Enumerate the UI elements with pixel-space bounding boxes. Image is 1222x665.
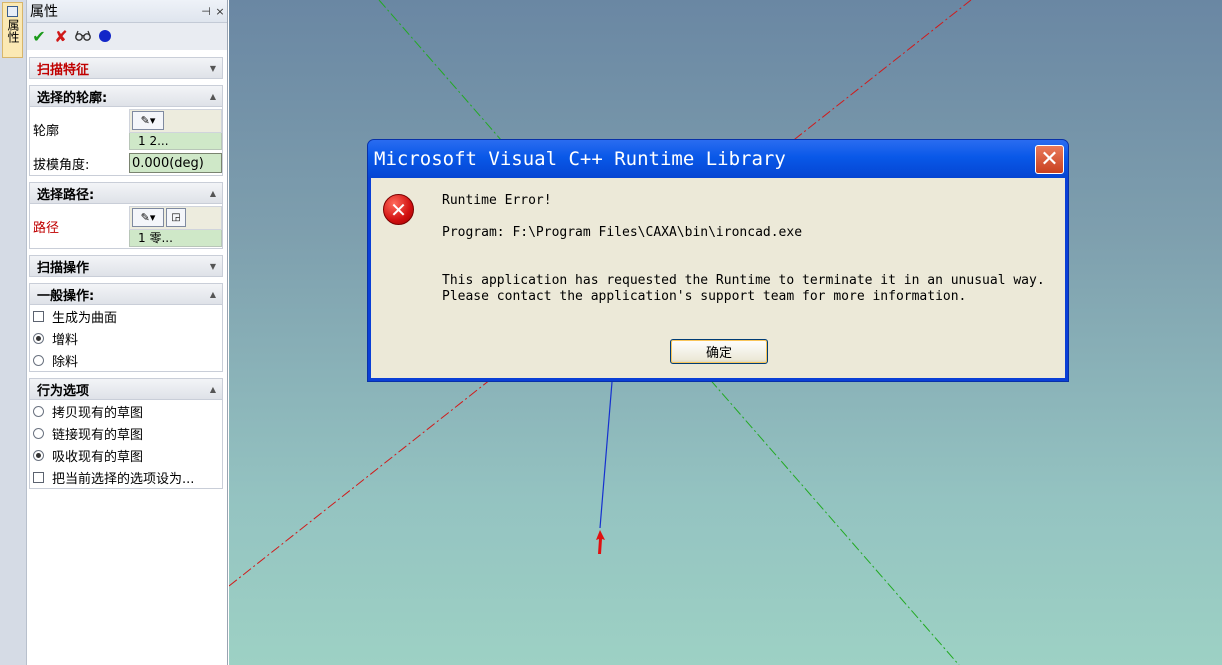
section-title: 行为选项 bbox=[37, 383, 90, 399]
path-label: 路径 bbox=[33, 220, 60, 236]
option-copy-sketch[interactable]: 拷贝现有的草图 bbox=[30, 400, 222, 422]
panel-title: 属性 bbox=[30, 4, 58, 20]
profile-picker[interactable]: ✎▾ 1 2... bbox=[129, 108, 222, 150]
panel-toolbar: ✔ ✘ bbox=[27, 23, 227, 49]
radio-button[interactable] bbox=[33, 449, 44, 461]
section-header-profile[interactable]: 选择的轮廓: ▲ bbox=[30, 86, 222, 107]
section-title: 一般操作: bbox=[37, 288, 95, 304]
dialog-title: Microsoft Visual C++ Runtime Library bbox=[374, 148, 786, 170]
option-label: 链接现有的草图 bbox=[52, 427, 144, 443]
draft-angle-label: 拔模角度: bbox=[33, 157, 90, 173]
chevron-down-icon: ▼ bbox=[209, 63, 216, 73]
chevron-up-icon: ▲ bbox=[209, 91, 216, 101]
section-header-path[interactable]: 选择路径: ▲ bbox=[30, 183, 222, 204]
checkbox[interactable] bbox=[33, 471, 44, 483]
section-behavior: 行为选项 ▲ 拷贝现有的草图 链接现有的草图 吸收现有的草图 把当前选择的选项设… bbox=[29, 378, 223, 489]
error-message-line1: This application has requested the Runti… bbox=[442, 273, 1045, 288]
section-title: 扫描特征 bbox=[37, 62, 90, 78]
properties-icon bbox=[7, 6, 18, 17]
section-header-sweep-op[interactable]: 扫描操作 ▼ bbox=[30, 256, 222, 276]
path-value[interactable]: 1 零... bbox=[129, 229, 222, 247]
section-title: 选择的轮廓: bbox=[37, 90, 108, 106]
red-arrow-icon bbox=[596, 530, 605, 554]
option-label: 吸收现有的草图 bbox=[52, 449, 144, 465]
section-path: 选择路径: ▲ 路径 ✎▾ ◲ 1 零... bbox=[29, 182, 223, 249]
chevron-up-icon: ▲ bbox=[209, 384, 216, 394]
section-title: 扫描操作 bbox=[37, 260, 90, 276]
section-header-general-ops[interactable]: 一般操作: ▲ bbox=[30, 284, 222, 305]
edit-sketch-button[interactable]: ✎▾ bbox=[132, 111, 164, 130]
radio-button[interactable] bbox=[33, 427, 44, 439]
option-add-material[interactable]: 增料 bbox=[30, 327, 222, 349]
checkbox[interactable] bbox=[33, 310, 44, 322]
chevron-up-icon: ▲ bbox=[209, 289, 216, 299]
option-generate-surface[interactable]: 生成为曲面 bbox=[30, 305, 222, 327]
dialog-body: ✕ Runtime Error! Program: F:\Program Fil… bbox=[371, 178, 1065, 378]
radio-button[interactable] bbox=[33, 405, 44, 417]
error-icon: ✕ bbox=[383, 194, 414, 225]
ok-button[interactable]: 确定 bbox=[670, 339, 768, 364]
chevron-down-icon: ▼ bbox=[209, 261, 216, 271]
radio-button[interactable] bbox=[33, 332, 44, 344]
error-message-line2: Please contact the application's support… bbox=[442, 289, 967, 304]
path-row: 路径 ✎▾ ◲ 1 零... bbox=[30, 204, 222, 248]
error-heading: Runtime Error! bbox=[442, 193, 552, 208]
option-absorb-sketch[interactable]: 吸收现有的草图 bbox=[30, 444, 222, 466]
profile-label: 轮廓 bbox=[33, 123, 60, 139]
option-label: 除料 bbox=[52, 354, 79, 370]
dialog-close-button[interactable]: ✕ bbox=[1035, 144, 1064, 174]
option-label: 把当前选择的选项设为... bbox=[52, 471, 195, 487]
ok-check-icon[interactable]: ✔ bbox=[31, 27, 47, 46]
section-header-sweep-feature[interactable]: 扫描特征 ▼ bbox=[30, 58, 222, 78]
section-header-behavior[interactable]: 行为选项 ▲ bbox=[30, 379, 222, 400]
chevron-up-icon: ▲ bbox=[209, 188, 216, 198]
preview-glasses-icon[interactable] bbox=[75, 28, 91, 44]
draft-angle-input[interactable]: 0.000(deg) bbox=[129, 153, 222, 173]
section-profile: 选择的轮廓: ▲ 轮廓 ✎▾ 1 2... 拔模角度: 0.000(deg) bbox=[29, 85, 223, 176]
panel-body: 扫描特征 ▼ 选择的轮廓: ▲ 轮廓 ✎▾ 1 2... 拔模角度: 0.000… bbox=[27, 50, 227, 665]
draft-angle-row: 拔模角度: 0.000(deg) bbox=[30, 151, 222, 175]
panel-title-bar: 属性 ⊣ × bbox=[27, 0, 227, 23]
runtime-error-dialog: Microsoft Visual C++ Runtime Library ✕ ✕… bbox=[367, 139, 1069, 382]
option-label: 拷贝现有的草图 bbox=[52, 405, 144, 421]
option-link-sketch[interactable]: 链接现有的草图 bbox=[30, 422, 222, 444]
option-label: 生成为曲面 bbox=[52, 310, 118, 326]
section-general-ops: 一般操作: ▲ 生成为曲面 增料 除料 bbox=[29, 283, 223, 372]
blue-path-line bbox=[599, 381, 613, 529]
tab-properties-label: 属性 bbox=[6, 19, 20, 43]
section-sweep-op: 扫描操作 ▼ bbox=[29, 255, 223, 277]
side-tab-strip: 属性 bbox=[0, 0, 27, 665]
cancel-x-icon[interactable]: ✘ bbox=[53, 27, 69, 46]
option-label: 增料 bbox=[52, 332, 79, 348]
path-option-button[interactable]: ◲ bbox=[166, 208, 186, 227]
radio-button[interactable] bbox=[33, 354, 44, 366]
path-picker[interactable]: ✎▾ ◲ 1 零... bbox=[129, 205, 222, 247]
profile-value[interactable]: 1 2... bbox=[129, 132, 222, 150]
tab-properties[interactable]: 属性 bbox=[2, 2, 23, 58]
close-icon[interactable]: × bbox=[213, 5, 227, 18]
option-remove-material[interactable]: 除料 bbox=[30, 349, 222, 371]
error-program-path: Program: F:\Program Files\CAXA\bin\ironc… bbox=[442, 225, 803, 240]
section-sweep-feature: 扫描特征 ▼ bbox=[29, 57, 223, 79]
profile-row: 轮廓 ✎▾ 1 2... bbox=[30, 107, 222, 151]
pin-icon[interactable]: ⊣ bbox=[199, 5, 213, 18]
properties-panel: 属性 ⊣ × ✔ ✘ 扫描特征 ▼ 选择的轮廓: ▲ 轮廓 ✎▾ 1 2... … bbox=[27, 0, 228, 665]
blue-dot-icon[interactable] bbox=[97, 28, 113, 44]
section-title: 选择路径: bbox=[37, 187, 95, 203]
option-set-default[interactable]: 把当前选择的选项设为... bbox=[30, 466, 222, 488]
edit-path-button[interactable]: ✎▾ bbox=[132, 208, 164, 227]
dialog-title-bar[interactable]: Microsoft Visual C++ Runtime Library ✕ bbox=[368, 140, 1068, 178]
